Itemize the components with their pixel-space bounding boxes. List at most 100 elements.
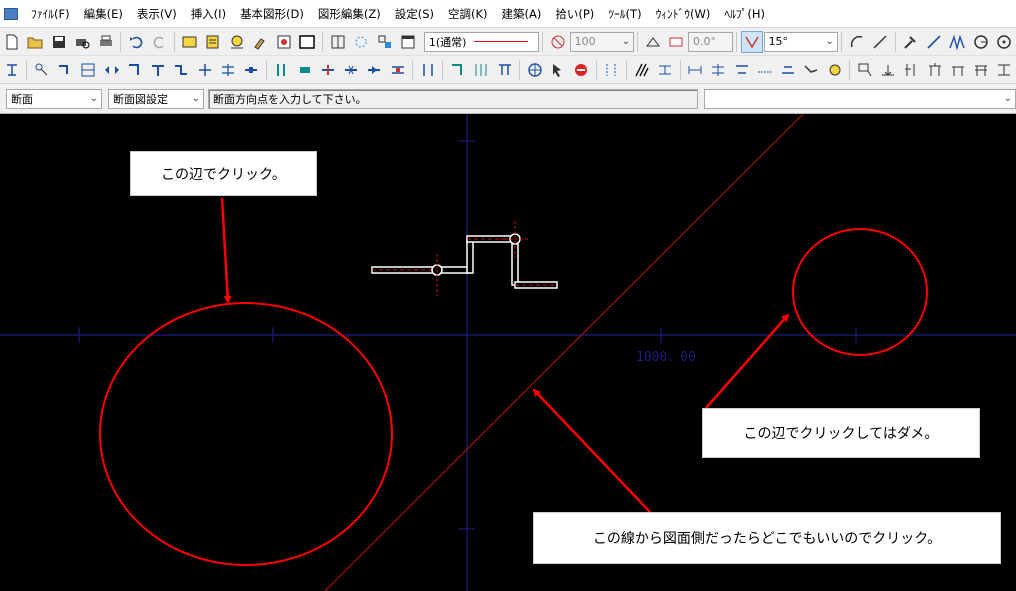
menu-hvac[interactable]: 空調(K) [441,6,495,22]
strainer-icon[interactable] [387,59,408,81]
menu-shape-edit[interactable]: 図形編集(Z) [311,6,388,22]
angle-reset-icon[interactable] [666,31,687,53]
dimension-icon[interactable] [654,59,675,81]
hvac-toolbar [0,56,1016,84]
menu-file[interactable]: ﾌｧｲﾙ(F) [24,6,77,22]
grid-line-icon[interactable] [901,59,922,81]
pipe-elbow-icon[interactable] [124,59,145,81]
arc3p-tool-icon[interactable] [994,31,1015,53]
toolbar-separator [519,59,521,80]
print-preview-icon[interactable] [71,31,92,53]
undo-icon[interactable] [125,31,146,53]
reducer-icon[interactable] [101,59,122,81]
right-select[interactable]: ⌄ [704,88,1016,109]
menu-tools[interactable]: ﾂｰﾙ(T) [601,6,648,22]
layer-icon[interactable] [179,31,200,53]
hatch-icon[interactable] [631,59,652,81]
dim-level-icon[interactable] [731,59,752,81]
snap-angle-icon[interactable] [741,30,763,53]
dim-text-icon[interactable] [754,59,775,81]
info-icon[interactable] [226,31,247,53]
leader-icon[interactable] [854,59,875,81]
rotate-icon[interactable] [350,31,371,53]
layer-select[interactable]: 1(通常) [423,31,540,52]
snap-angle-select[interactable]: 15° ⌄ [763,31,838,52]
drawing-canvas[interactable]: 1000．00 この辺でクリック。 この辺でクリックしてはダメ。 この線から図面… [0,114,1016,591]
menu-takeoff[interactable]: 拾い(P) [548,6,601,22]
mode-select[interactable]: 断面 ⌄ [6,88,102,109]
app-icon[interactable] [4,7,18,20]
gate-valve-icon[interactable] [340,59,361,81]
print-icon[interactable] [95,31,116,53]
dim-horizontal-icon[interactable] [685,59,706,81]
check-valve-icon[interactable] [364,59,385,81]
angle-input[interactable]: 0.0° [688,31,734,52]
menu-architecture[interactable]: 建築(A) [495,6,549,22]
circle-tool-icon[interactable] [970,31,991,53]
scale-lock-icon[interactable] [547,31,568,53]
gradient-icon[interactable] [801,59,822,81]
no-entry-icon[interactable] [571,59,592,81]
level-mark-icon[interactable] [877,59,898,81]
pipe-tee-icon[interactable] [147,59,168,81]
vertical-pipe-icon[interactable] [271,59,292,81]
pipe-valve-icon[interactable] [240,59,261,81]
valid-click-area-circle [99,302,393,566]
menu-help[interactable]: ﾍﾙﾌﾟ(H) [717,6,772,22]
toolbar-separator [412,59,414,80]
menu-view[interactable]: 表示(V) [130,6,184,22]
slope-icon[interactable] [824,59,845,81]
toolbar-separator [849,59,851,80]
elbow-icon[interactable] [54,59,75,81]
frame-icon[interactable] [297,31,318,53]
section-settings-select[interactable]: 断面図設定 ⌄ [108,88,204,109]
paint-icon[interactable] [250,31,271,53]
property-icon[interactable] [273,31,294,53]
select-icon[interactable] [374,31,395,53]
dim-leader-icon[interactable] [778,59,799,81]
support-icon[interactable] [494,59,515,81]
coupler-icon[interactable] [294,59,315,81]
section-mark-icon[interactable] [601,59,622,81]
measure-tool-icon[interactable] [869,31,890,53]
menu-window[interactable]: ｳｨﾝﾄﾞｳ(W) [649,6,718,22]
opening-icon[interactable] [994,59,1015,81]
scale-select[interactable]: 100 ⌄ [569,31,635,52]
branch-icon[interactable] [31,59,52,81]
dim-vertical-icon[interactable] [708,59,729,81]
redo-icon[interactable] [149,31,170,53]
sleeve-icon[interactable] [447,59,468,81]
menu-settings[interactable]: 設定(S) [388,6,441,22]
hammer-icon[interactable] [900,31,921,53]
menu-basic-shapes[interactable]: 基本図形(D) [233,6,311,22]
menu-insert[interactable]: 挿入(I) [184,6,233,22]
save-icon[interactable] [48,31,69,53]
open-folder-icon[interactable] [24,31,45,53]
column-icon[interactable] [924,59,945,81]
pipe-cross-icon[interactable] [217,59,238,81]
new-file-icon[interactable] [1,31,22,53]
duct-icon[interactable] [1,59,22,81]
flange-icon[interactable] [317,59,338,81]
menu-edit[interactable]: 編集(E) [77,6,130,22]
window-icon[interactable] [397,31,418,53]
beam-icon[interactable] [947,59,968,81]
arc-tool-icon[interactable] [846,31,867,53]
arrow-to-section-line [532,388,651,513]
insulation-icon[interactable] [471,59,492,81]
wall-icon[interactable] [970,59,991,81]
polyline-tool-icon[interactable] [947,31,968,53]
split-view-icon[interactable] [327,31,348,53]
angle-icon[interactable] [642,31,663,53]
pointer-icon[interactable] [547,59,568,81]
menu-bar: ﾌｧｲﾙ(F) 編集(E) 表示(V) 挿入(I) 基本図形(D) 図形編集(Z… [0,0,1016,28]
riser-icon[interactable] [417,59,438,81]
line-tool-icon[interactable] [923,31,944,53]
target-icon[interactable] [524,59,545,81]
pipe-joint-icon[interactable] [194,59,215,81]
layer-list-icon[interactable] [203,31,224,53]
toolbar-separator [840,31,842,52]
pipe-offset-icon[interactable] [171,59,192,81]
box-icon[interactable] [78,59,99,81]
chevron-down-icon: ⌄ [1003,92,1012,104]
